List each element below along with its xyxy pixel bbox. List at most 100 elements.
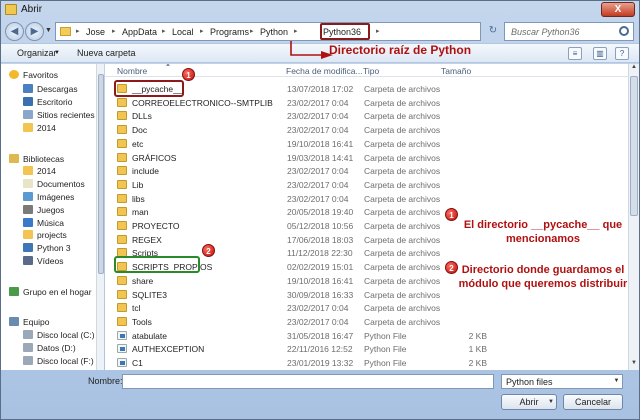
chevron-right-icon[interactable]: ▸: [294, 27, 298, 35]
forward-button[interactable]: ▶: [25, 22, 44, 41]
scroll-down-icon[interactable]: ▼: [629, 360, 639, 370]
breadcrumb-jose[interactable]: Jose: [86, 27, 105, 37]
column-header-size[interactable]: Tamaño: [441, 66, 471, 76]
nav-item-label: Música: [37, 218, 64, 228]
file-row[interactable]: GRÁFICOS 19/03/2018 14:41 Carpeta de archi…: [105, 151, 628, 165]
file-list-scrollbar[interactable]: ▲ ▼: [628, 64, 639, 370]
file-date: 02/02/2019 15:01: [287, 262, 354, 273]
file-type: Carpeta de archivos: [364, 111, 441, 122]
folder-icon: [117, 234, 127, 244]
chevron-right-icon[interactable]: ▸: [162, 27, 166, 35]
file-date: 22/11/2016 12:52: [287, 344, 353, 355]
file-type: Carpeta de archivos: [364, 193, 441, 204]
file-row[interactable]: Lib 23/02/2017 0:04 Carpeta de archivos: [105, 178, 628, 192]
annotation-pycache-note: El directorio __pycache__ que mencionamo…: [463, 219, 623, 245]
file-name-input[interactable]: [122, 374, 494, 389]
address-bar[interactable]: ▸ Jose ▸ AppData ▸ Local ▸ Programs ▸ Py…: [55, 22, 481, 41]
nav-item-label: projects: [37, 230, 67, 240]
file-name: C1: [132, 358, 143, 368]
file-type: Carpeta de archivos: [364, 248, 441, 259]
column-header-date[interactable]: Fecha de modifica...: [286, 66, 363, 76]
breadcrumb-local[interactable]: Local: [172, 27, 194, 37]
file-row[interactable]: libs 23/02/2017 0:04 Carpeta de archivos: [105, 192, 628, 206]
scroll-up-icon[interactable]: ▲: [629, 64, 639, 74]
scrollbar-thumb[interactable]: [98, 74, 104, 274]
search-box[interactable]: Buscar Python36: [504, 22, 634, 41]
arrow-right-icon: ▶: [30, 26, 39, 37]
file-date: 23/02/2017 0:04: [287, 166, 349, 177]
nav-item-label: Descargas: [37, 84, 78, 94]
new-folder-button[interactable]: Nueva carpeta: [77, 48, 136, 58]
file-row[interactable]: Doc 23/02/2017 0:04 Carpeta de archivos: [105, 123, 628, 137]
file-row[interactable]: include 23/02/2017 0:04 Carpeta de archivo…: [105, 164, 628, 178]
file-date: 17/06/2018 18:03: [287, 234, 354, 245]
cancel-button[interactable]: Cancelar: [563, 394, 623, 410]
chevron-right-icon[interactable]: ▸: [112, 27, 116, 35]
chevron-right-icon[interactable]: ▸: [376, 27, 380, 35]
file-name: REGEX: [132, 234, 162, 245]
view-icon: ≡: [572, 49, 578, 58]
help-button[interactable]: ?: [615, 47, 629, 60]
videos-icon: [23, 256, 33, 265]
file-row[interactable]: tcl 23/02/2017 0:04 Carpeta de archivos: [105, 301, 628, 315]
folder-icon: [117, 193, 127, 203]
back-button[interactable]: ◀: [5, 22, 24, 41]
breadcrumb-appdata[interactable]: AppData: [122, 27, 157, 37]
file-size: 2 KB: [468, 358, 487, 368]
computer-icon: [9, 317, 19, 326]
nav-item-label: Imágenes: [37, 192, 75, 202]
file-row[interactable]: man 20/05/2018 19:40 Carpeta de archivos: [105, 205, 628, 219]
file-date: 23/02/2017 0:04: [287, 125, 349, 136]
navigation-scrollbar[interactable]: [96, 64, 104, 370]
breadcrumb-programs[interactable]: Programs: [210, 27, 249, 37]
column-header-type[interactable]: Tipo: [363, 66, 379, 76]
file-type: Carpeta de archivos: [364, 303, 441, 314]
close-button[interactable]: X: [601, 2, 635, 17]
file-row[interactable]: DLLs 23/02/2017 0:04 Carpeta de archivos: [105, 109, 628, 123]
nav-item-label: Grupo en el hogar: [23, 287, 92, 297]
file-list: Nombre ▲ Fecha de modifica... Tipo Tamañ…: [105, 64, 628, 370]
folder-icon: [117, 111, 127, 121]
nav-item-label: Python 3: [37, 243, 71, 253]
arrow-left-icon: ◀: [10, 26, 19, 37]
chevron-down-icon[interactable]: ▼: [548, 395, 554, 409]
organize-menu[interactable]: Organizar: [17, 48, 57, 58]
file-name: Lib: [132, 179, 144, 190]
badge-2: 2: [202, 244, 215, 257]
file-date: 30/09/2018 16:33: [287, 289, 354, 300]
file-row[interactable]: Tools 23/02/2017 0:04 Carpeta de archivos: [105, 315, 628, 329]
music-icon: [23, 218, 33, 227]
view-options-button[interactable]: ≡: [568, 47, 582, 60]
folder-icon: [117, 152, 127, 162]
file-name: libs: [132, 193, 145, 204]
file-type: Carpeta de archivos: [364, 179, 441, 190]
file-type: Carpeta de archivos: [364, 289, 441, 300]
refresh-button[interactable]: ↻: [485, 22, 501, 41]
file-row[interactable]: CORREOELECTRONICO--SMTPLIB 23/02/2017 0:0…: [105, 96, 628, 110]
file-date: 23/02/2017 0:04: [287, 316, 349, 327]
file-row[interactable]: etc 19/10/2018 16:41 Carpeta de archivos: [105, 137, 628, 151]
nav-item-label: Sitios recientes: [37, 110, 95, 120]
breadcrumb-python[interactable]: Python: [260, 27, 288, 37]
open-dialog: Abrir X ◀ ▶ ▼ ▸ Jose ▸ AppData ▸ Local ▸…: [0, 0, 640, 420]
file-name: include: [132, 166, 159, 177]
file-row[interactable]: C1 23/01/2019 13:32 Python File 2 KB: [105, 356, 628, 370]
preview-pane-button[interactable]: ▥: [593, 47, 607, 60]
dialog-footer: Nombre: Python files ▼ Abrir ▼ Cancelar: [1, 370, 639, 420]
title-bar: Abrir X: [1, 1, 639, 19]
file-row[interactable]: atabulate 31/05/2018 16:47 Python File 2 KB: [105, 329, 628, 343]
open-button[interactable]: Abrir ▼: [501, 394, 557, 410]
file-type: Carpeta de archivos: [364, 138, 441, 149]
file-row[interactable]: AUTHEXCEPTION 22/11/2016 12:52 Python File…: [105, 342, 628, 356]
recent-locations-dropdown[interactable]: ▼: [45, 27, 53, 35]
column-header-name[interactable]: Nombre: [117, 66, 147, 76]
download-folder-icon: [23, 84, 33, 93]
annotation-connector-line: [290, 41, 323, 56]
chevron-right-icon[interactable]: ▸: [200, 27, 204, 35]
scrollbar-thumb[interactable]: [630, 76, 638, 216]
file-type-filter[interactable]: Python files ▼: [501, 374, 623, 389]
python-icon: [23, 243, 33, 252]
chevron-right-icon[interactable]: ▸: [250, 27, 254, 35]
chevron-right-icon[interactable]: ▸: [76, 27, 80, 35]
documents-icon: [23, 179, 33, 188]
